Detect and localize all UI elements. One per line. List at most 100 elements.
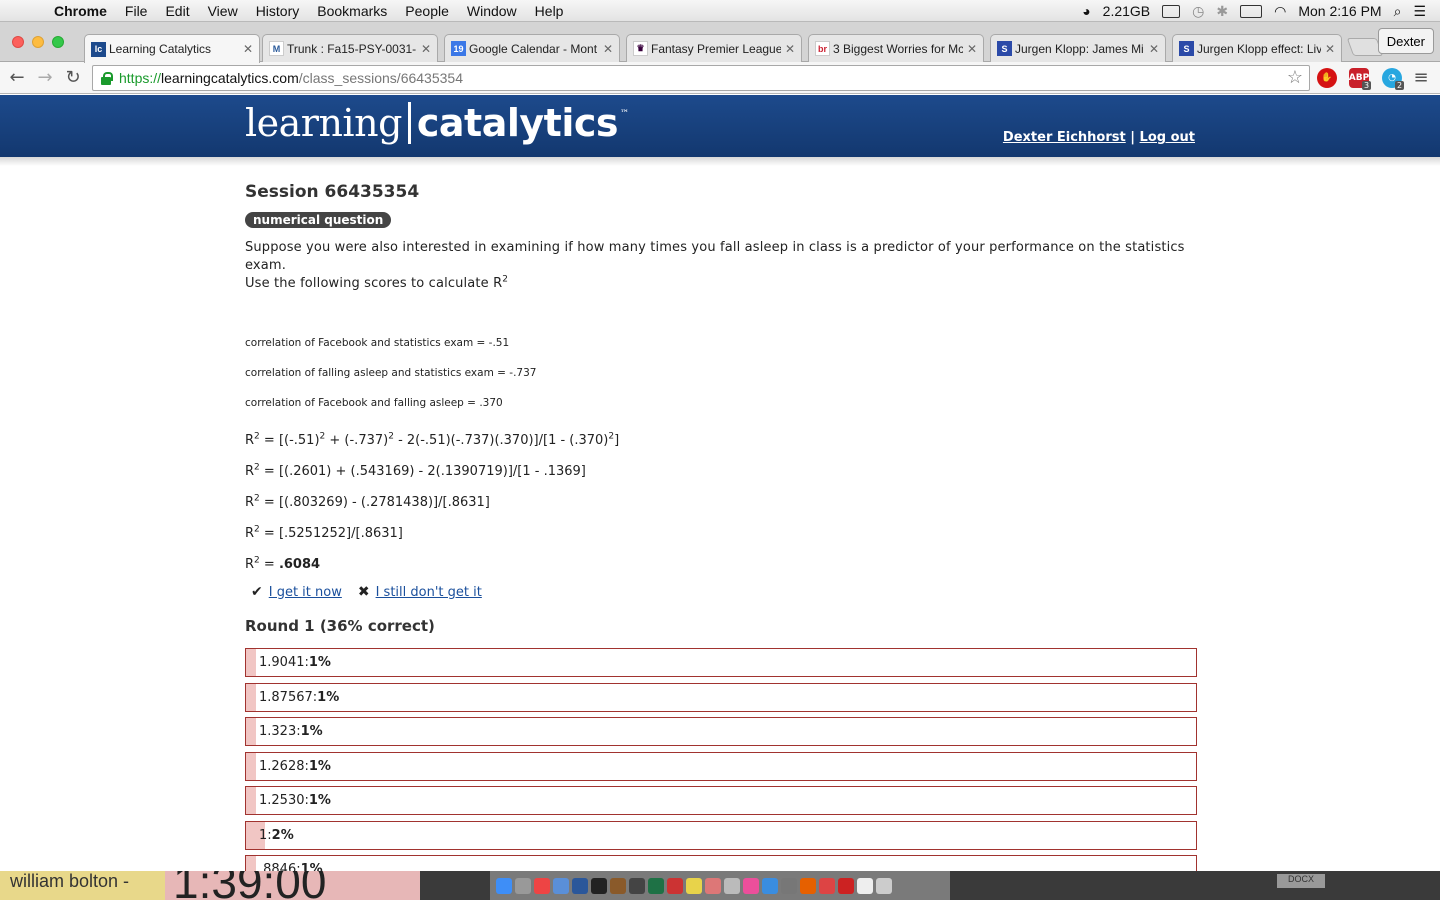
eq-part: = [(.2601) + (.543169) - 2(.1390719)]/[1… <box>259 464 586 479</box>
zoom-window-button[interactable] <box>52 36 64 48</box>
desktop-file-label: DOCX <box>1277 874 1325 888</box>
photo-booth-icon[interactable] <box>667 877 683 894</box>
question-text: Suppose you were also interested in exam… <box>245 239 1197 293</box>
eq-symbol: R <box>245 526 255 541</box>
app-store-icon[interactable] <box>762 877 778 894</box>
profile-button[interactable]: Dexter <box>1377 28 1434 54</box>
close-tab-icon[interactable]: ✕ <box>603 42 613 56</box>
chrome-menu-icon[interactable]: ≡ <box>1410 67 1432 88</box>
paintbrush-icon[interactable] <box>705 877 721 894</box>
preview-icon[interactable] <box>553 877 569 894</box>
menu-window[interactable]: Window <box>458 3 526 19</box>
tab-fantasy-premier-league[interactable]: ♛ Fantasy Premier League ✕ <box>626 34 802 62</box>
terminal-icon[interactable] <box>591 877 607 894</box>
back-icon[interactable]: ← <box>6 67 28 88</box>
firefox-icon[interactable] <box>800 877 816 894</box>
itunes-icon[interactable] <box>743 877 759 894</box>
question-type-badge: numerical question <box>245 212 392 228</box>
tab-google-calendar[interactable]: 19 Google Calendar - Mont ✕ <box>444 34 620 62</box>
close-tab-icon[interactable]: ✕ <box>1325 42 1335 56</box>
menu-clock[interactable]: Mon 2:16 PM <box>1298 3 1381 19</box>
menu-view[interactable]: View <box>199 3 247 19</box>
tab-title: Learning Catalytics <box>109 42 212 56</box>
bluetooth-icon[interactable]: ✱ <box>1216 3 1228 20</box>
close-window-button[interactable] <box>12 36 24 48</box>
airplay-icon[interactable] <box>1162 4 1181 18</box>
x11-icon[interactable] <box>629 877 645 894</box>
learning-catalytics-logo[interactable]: learning catalytics ™ <box>245 101 629 145</box>
word-icon[interactable] <box>572 877 588 894</box>
photo-icon[interactable] <box>610 877 626 894</box>
session-content: Session 66435354 numerical question Supp… <box>245 180 1197 890</box>
time-machine-icon[interactable]: ◷ <box>1192 3 1204 20</box>
answer-value: 1.2530 <box>259 793 305 808</box>
close-tab-icon[interactable]: ✕ <box>967 42 977 56</box>
close-tab-icon[interactable]: ✕ <box>1149 42 1159 56</box>
documents-stack-icon[interactable] <box>857 877 873 894</box>
forward-icon[interactable]: → <box>34 67 56 88</box>
secure-lock-icon[interactable] <box>99 71 113 85</box>
close-tab-icon[interactable]: ✕ <box>421 42 431 56</box>
tab-title: 3 Biggest Worries for Mc <box>833 41 963 56</box>
system-preferences-icon[interactable] <box>781 877 797 894</box>
bookmark-star-icon[interactable]: ☆ <box>1287 67 1303 88</box>
user-links-separator: | <box>1130 130 1136 145</box>
tab-title: Trunk : Fa15-PSY-0031- <box>287 41 417 56</box>
app-menu-chrome[interactable]: Chrome <box>40 3 116 19</box>
menu-people[interactable]: People <box>396 3 458 19</box>
page-title: Session 66435354 <box>245 182 420 202</box>
menu-history[interactable]: History <box>247 3 309 19</box>
browser-toolbar: ← → ↻ https://learningcatalytics.com/cla… <box>0 62 1440 94</box>
stop-extension-icon[interactable]: ✋ <box>1317 68 1337 88</box>
vlc-icon[interactable] <box>819 877 835 894</box>
chrome-dock-icon[interactable] <box>534 877 550 894</box>
user-name-link[interactable]: Dexter Eichhorst <box>1003 130 1126 145</box>
tab-klopp-james-milner[interactable]: S Jurgen Klopp: James Mi ✕ <box>990 34 1166 62</box>
menu-file[interactable]: File <box>116 3 157 19</box>
menu-bookmarks[interactable]: Bookmarks <box>308 3 396 19</box>
desktop-sticky-timer: 1:39:00 <box>165 871 420 900</box>
ghostery-count-badge: 2 <box>1395 81 1405 90</box>
answer-value: 1.9041 <box>259 655 305 670</box>
close-tab-icon[interactable]: ✕ <box>785 42 795 56</box>
tab-bleacher-report[interactable]: br 3 Biggest Worries for Mc ✕ <box>808 34 984 62</box>
answer-percent-bar <box>246 718 256 745</box>
tab-learning-catalytics[interactable]: lc Learning Catalytics ✕ <box>84 34 260 63</box>
memory-monitor-icon[interactable]: ◕ <box>1082 3 1090 19</box>
help-icon[interactable] <box>838 877 854 894</box>
i-get-it-now-link[interactable]: I get it now <box>269 585 342 600</box>
header-shadow <box>0 157 1440 166</box>
tab-title: Google Calendar - Mont <box>469 41 598 56</box>
launchpad-icon[interactable] <box>515 877 531 894</box>
excel-icon[interactable] <box>648 877 664 894</box>
reload-icon[interactable]: ↻ <box>62 67 84 88</box>
notification-center-icon[interactable]: ☰ <box>1413 3 1426 20</box>
menu-help[interactable]: Help <box>526 3 573 19</box>
answer-percent: 1% <box>308 793 331 808</box>
i-still-dont-get-it-link[interactable]: I still don't get it <box>376 585 482 600</box>
s-favicon-icon: S <box>1179 41 1194 56</box>
spotlight-search-icon[interactable]: ⌕ <box>1394 3 1402 20</box>
browser-tab-strip: lc Learning Catalytics ✕ M Trunk : Fa15-… <box>0 22 1440 63</box>
minimize-window-button[interactable] <box>32 36 44 48</box>
memory-readout[interactable]: 2.21GB <box>1103 3 1150 19</box>
menu-edit[interactable]: Edit <box>156 3 198 19</box>
trash-icon[interactable] <box>876 877 892 894</box>
s-favicon-icon: S <box>997 41 1012 56</box>
logout-link[interactable]: Log out <box>1140 130 1195 145</box>
wifi-icon[interactable]: ◠ <box>1274 3 1286 20</box>
battery-icon[interactable] <box>1240 4 1263 18</box>
stickies-icon[interactable] <box>686 877 702 894</box>
answer-percent: 1% <box>300 724 323 739</box>
bleacher-report-favicon-icon: br <box>815 41 830 56</box>
image-capture-icon[interactable] <box>724 877 740 894</box>
close-tab-icon[interactable]: ✕ <box>243 42 253 56</box>
answer-percent: 1% <box>308 655 331 670</box>
tab-klopp-effect[interactable]: S Jurgen Klopp effect: Live ✕ <box>1172 34 1342 62</box>
dock <box>490 871 950 900</box>
address-bar[interactable]: https://learningcatalytics.com/class_ses… <box>92 65 1310 91</box>
url-path: /class_sessions/66435354 <box>298 70 463 86</box>
question-line-1: Suppose you were also interested in exam… <box>245 240 1185 273</box>
finder-icon[interactable] <box>496 877 512 894</box>
tab-trunk[interactable]: M Trunk : Fa15-PSY-0031- ✕ <box>262 34 438 62</box>
